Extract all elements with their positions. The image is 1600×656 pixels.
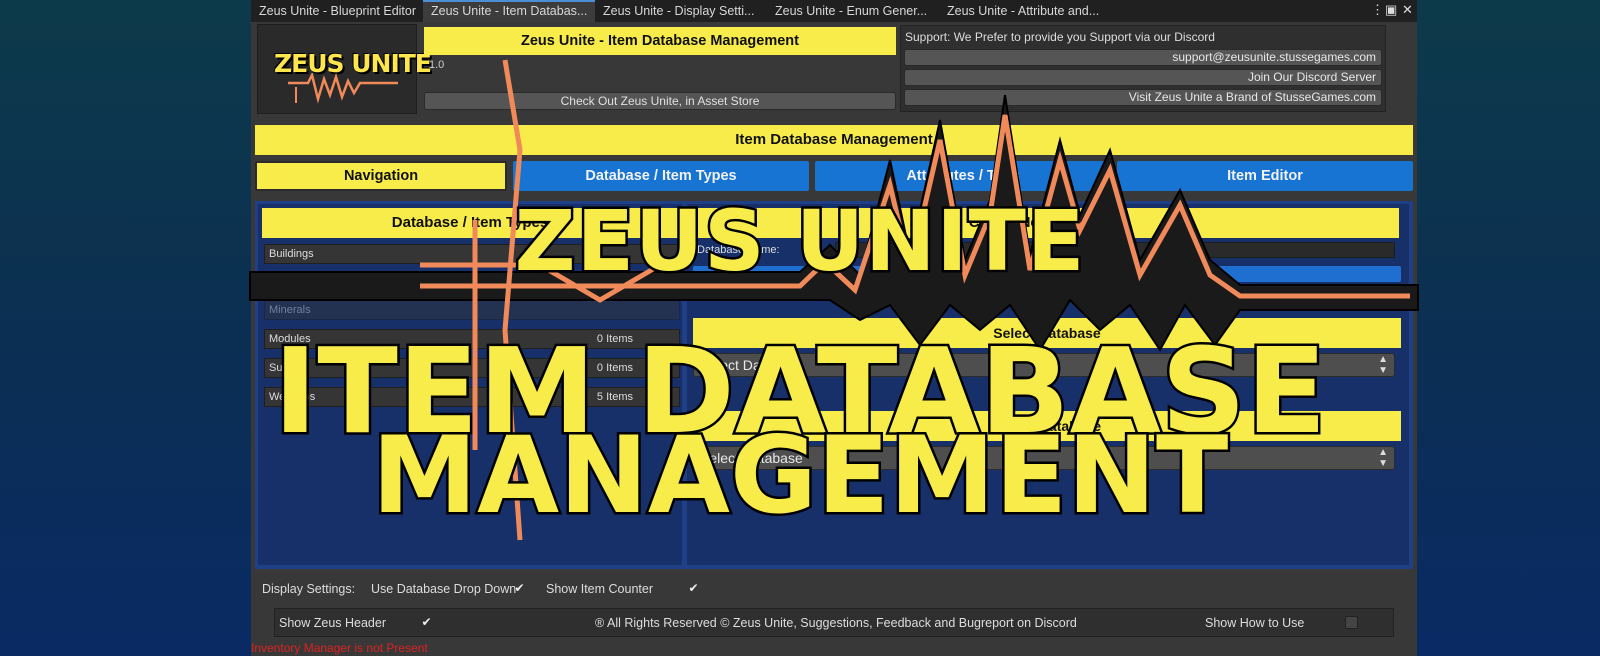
close-icon[interactable]: ✕	[1402, 3, 1413, 17]
display-settings-label: Display Settings:	[262, 582, 356, 596]
list-item-label: Minerals	[269, 304, 311, 316]
support-email-button[interactable]: support@zeusunite.stussegames.com	[904, 49, 1382, 66]
list-item-label: Buildings	[269, 248, 314, 260]
copyright-text: ® All Rights Reserved © Zeus Unite, Sugg…	[595, 616, 1077, 630]
tab-item-database[interactable]: Zeus Unite - Item Databas...	[423, 0, 595, 22]
item-count	[583, 245, 633, 263]
support-label: Support: We Prefer to provide you Suppor…	[905, 30, 1215, 44]
tab-attribute[interactable]: Zeus Unite - Attribute and...	[939, 0, 1111, 22]
database-list-title: Database / Item Types	[262, 208, 678, 238]
list-item[interactable]: Weapons 5 Items	[264, 387, 680, 407]
brand-link-button[interactable]: Visit Zeus Unite a Brand of StusseGames.…	[904, 89, 1382, 106]
page-title: Zeus Unite - Item Database Management	[424, 27, 896, 55]
list-item[interactable]: Modules 0 Items	[264, 329, 680, 349]
list-item[interactable]: Minerals	[264, 300, 680, 320]
list-item[interactable]: Materials	[264, 271, 680, 291]
section-title: Item Database Management	[255, 125, 1413, 155]
support-panel: Support: We Prefer to provide you Suppor…	[900, 25, 1386, 112]
zeus-logo: ZEUS UNITE	[257, 24, 432, 114]
tab-database-item-types[interactable]: Database / Item Types	[513, 161, 809, 191]
item-count	[583, 272, 633, 290]
list-item-label: Weapons	[269, 391, 316, 403]
use-dropdown-label: Use Database Drop Down	[371, 582, 517, 596]
editor-window: Zeus Unite - Blueprint Editor Zeus Unite…	[251, 0, 1417, 656]
version-label: 1.0	[429, 59, 445, 71]
select-database-dropdown[interactable]: Select Database ▲ ▼	[693, 353, 1395, 377]
create-database-button[interactable]	[693, 266, 1401, 282]
asset-store-button[interactable]: Check Out Zeus Unite, in Asset Store	[424, 92, 896, 110]
tab-enum-generator[interactable]: Zeus Unite - Enum Gener...	[767, 0, 939, 22]
more-menu-icon[interactable]: ⋮	[1371, 3, 1384, 17]
content-area: Database / Item Types Buildings Material…	[255, 201, 1413, 569]
delete-database-title: Delete Database	[693, 411, 1401, 441]
discord-button[interactable]: Join Our Discord Server	[904, 69, 1382, 86]
delete-database-dropdown[interactable]: Select Database ▲ ▼	[693, 446, 1395, 470]
tab-bar: Zeus Unite - Blueprint Editor Zeus Unite…	[251, 0, 1417, 22]
database-editor-panel: Create New Database Database Name: Selec…	[687, 204, 1409, 565]
nav-tabs: Navigation Database / Item Types Attribu…	[255, 161, 1413, 191]
show-how-checkbox[interactable]	[1345, 616, 1358, 629]
tab-navigation[interactable]: Navigation	[255, 161, 507, 191]
show-counter-checkbox[interactable]: ✔	[687, 582, 700, 595]
display-settings-row: Display Settings: Use Database Drop Down…	[251, 580, 1417, 600]
select-value: Select Database	[700, 357, 803, 373]
database-list-panel: Database / Item Types Buildings Material…	[258, 204, 682, 565]
item-count: 5 Items	[596, 391, 633, 403]
list-item[interactable]: Supply 0 Items	[264, 358, 680, 378]
show-header-checkbox[interactable]: ✔	[420, 616, 433, 629]
tab-attributes-tags[interactable]: Attributes / Tags	[815, 161, 1111, 191]
database-name-label: Database Name:	[697, 244, 780, 256]
select-value: Select Database	[700, 450, 803, 466]
tab-item-editor[interactable]: Item Editor	[1117, 161, 1413, 191]
footer-bar: Show Zeus Header ✔ ® All Rights Reserved…	[274, 608, 1394, 637]
create-database-title: Create New Database	[691, 208, 1399, 238]
list-item-label: Supply	[269, 362, 303, 374]
maximize-icon[interactable]: ▣	[1385, 3, 1397, 17]
zeus-header: ZEUS UNITE Zeus Unite - Item Database Ma…	[254, 24, 1414, 116]
updown-arrow-icon: ▲ ▼	[1378, 447, 1388, 469]
lightning-logo-icon	[288, 73, 398, 104]
updown-arrow-icon: ▲ ▼	[1378, 354, 1388, 376]
item-count	[583, 301, 633, 319]
select-database-title: Select Database	[693, 318, 1401, 348]
show-how-label: Show How to Use	[1205, 616, 1305, 630]
item-count: 0 Items	[596, 362, 633, 374]
use-dropdown-checkbox[interactable]: ✔	[513, 582, 526, 595]
tab-display-settings[interactable]: Zeus Unite - Display Setti...	[595, 0, 767, 22]
list-item[interactable]: Buildings	[264, 244, 680, 264]
list-item-label: Materials	[269, 275, 314, 287]
status-error: Inventory Manager is not Present	[251, 641, 428, 655]
item-count: 0 Items	[596, 333, 633, 345]
list-item-label: Modules	[269, 333, 311, 345]
show-counter-label: Show Item Counter	[546, 582, 653, 596]
show-header-label: Show Zeus Header	[279, 616, 387, 630]
database-name-input[interactable]	[835, 242, 1395, 258]
tab-blueprint-editor[interactable]: Zeus Unite - Blueprint Editor	[251, 0, 423, 22]
